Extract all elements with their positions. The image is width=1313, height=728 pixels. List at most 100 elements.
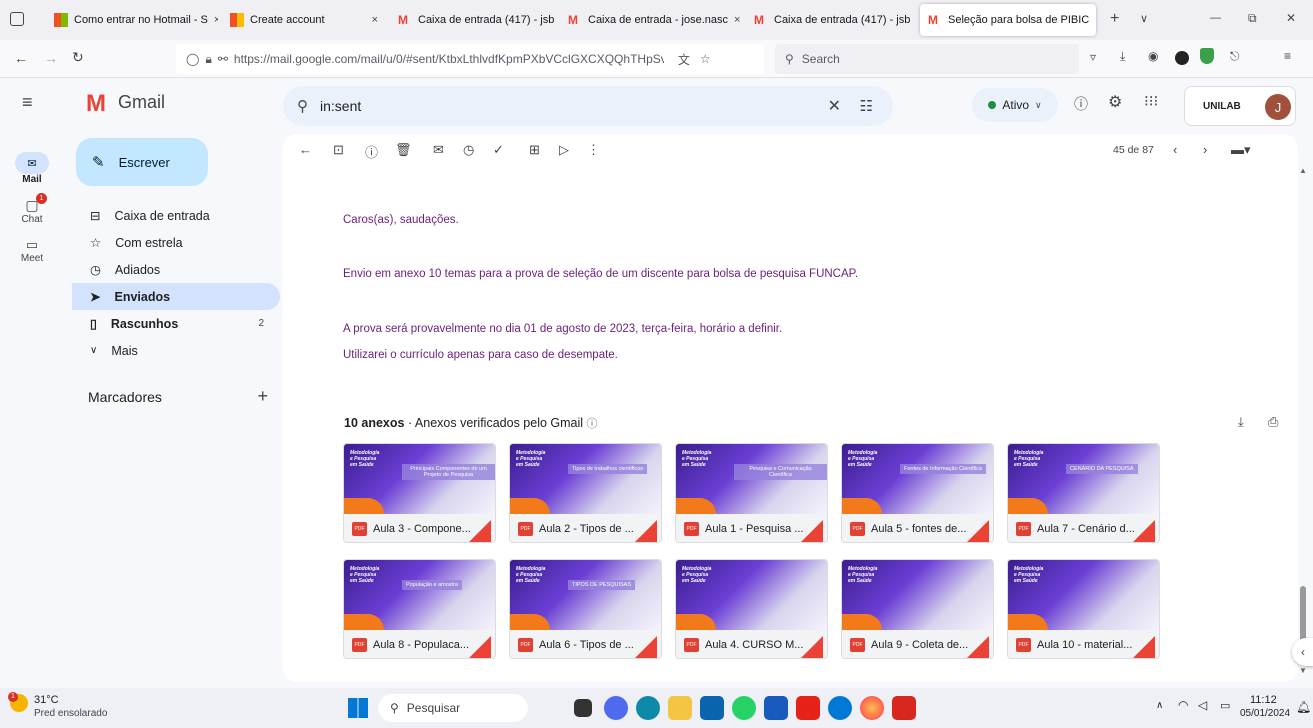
settings-icon[interactable]: ⚙ (1108, 92, 1122, 112)
browser-search-box[interactable]: ⚲ Search (775, 44, 1079, 74)
rail-mail[interactable]: ✉ Mail (0, 152, 64, 185)
attachment-tile[interactable]: Metodologia e Pesquisa em Saúde CENÁRIO D… (1007, 443, 1160, 543)
close-tab-icon[interactable]: × (372, 14, 378, 26)
close-tab-icon[interactable]: × (734, 14, 740, 26)
close-tab-icon[interactable]: × (214, 14, 218, 26)
address-bar[interactable]: ◯ 🔒︎ ⚯ https://mail.google.com/mail/u/0/… (176, 44, 764, 74)
task-view-icon[interactable] (574, 699, 592, 717)
attachment-tile[interactable]: Metodologia e Pesquisa em Saúde TIPOS DE … (509, 559, 662, 659)
attachment-tile[interactable]: Metodologia e Pesquisa em Saúde Pesquisa … (675, 443, 828, 543)
battery-icon[interactable]: ▭ (1220, 699, 1230, 712)
whatsapp-icon[interactable] (732, 696, 756, 720)
chat-app-icon[interactable] (604, 696, 628, 720)
permissions-icon[interactable]: ⚯ (218, 52, 228, 66)
clock-date[interactable]: 05/01/2024 (1240, 708, 1290, 719)
extension-dark-icon[interactable] (1175, 51, 1189, 65)
bookmark-star-icon[interactable]: ☆ (700, 52, 711, 66)
search-input[interactable]: in:sent (320, 98, 361, 114)
restore-button[interactable]: ⧉ (1248, 11, 1257, 26)
attachment-tile[interactable]: Metodologia e Pesquisa em Saúde População… (343, 559, 496, 659)
tab-gmail-inbox-2[interactable]: M Caixa de entrada - jose.nasc × (560, 4, 742, 36)
scrollbar[interactable]: ▲ ▼ (1298, 166, 1308, 680)
mark-unread-icon[interactable]: ✉ (433, 142, 444, 158)
clear-search-icon[interactable]: ✕ (828, 96, 841, 116)
sidebar-item-snoozed[interactable]: ◷ Adiados (72, 256, 280, 283)
file-explorer-icon[interactable] (668, 696, 692, 720)
account-org-chip[interactable]: UNILAB J (1184, 86, 1296, 126)
close-tab-icon[interactable]: × (1095, 14, 1096, 26)
scroll-down-icon[interactable]: ▼ (1299, 666, 1307, 675)
attachment-tile[interactable]: Metodologia e Pesquisa em Saúde Tipos de … (509, 443, 662, 543)
download-all-icon[interactable]: ⤓ (1238, 414, 1244, 430)
rail-chat[interactable]: ▢ 1 Chat (0, 193, 64, 225)
menu-icon[interactable]: ≡ (1284, 49, 1291, 63)
apps-grid-icon[interactable]: ⁝⁝⁝ (1144, 92, 1158, 110)
delete-icon[interactable]: 🗑︎ (395, 142, 412, 158)
tab-hotmail[interactable]: Como entrar no Hotmail - S × (46, 4, 218, 36)
sidebar-item-inbox[interactable]: ⊟ Caixa de entrada (72, 202, 280, 229)
minimize-button[interactable]: — (1210, 12, 1221, 24)
snooze-icon[interactable]: ◷ (463, 142, 474, 158)
attachment-tile[interactable]: Metodologia e Pesquisa em Saúde Principai… (343, 443, 496, 543)
archive-icon[interactable]: ⊡ (333, 142, 344, 158)
newer-icon[interactable]: ‹ (1173, 142, 1177, 157)
rail-meet[interactable]: ▭ Meet (0, 237, 64, 264)
account-icon[interactable]: ◉ (1148, 49, 1158, 63)
weather-temp[interactable]: 31°C (34, 694, 59, 706)
add-task-icon[interactable]: ✓ (493, 142, 504, 158)
scroll-thumb[interactable] (1300, 586, 1306, 646)
attachment-tile[interactable]: Metodologia e Pesquisa em Saúde PDF Aula 9… (841, 559, 994, 659)
label-icon[interactable]: ▷ (559, 142, 569, 158)
tab-selecao-pibic[interactable]: M Seleção para bolsa de PIBIC × (920, 4, 1096, 36)
attachment-tile[interactable]: Metodologia e Pesquisa em Saúde Fontes de… (841, 443, 994, 543)
search-options-icon[interactable]: ☷ (860, 97, 873, 115)
more-options-icon[interactable]: ⋮ (587, 142, 600, 158)
scroll-up-icon[interactable]: ▲ (1299, 166, 1307, 175)
translate-icon[interactable]: 文 (678, 51, 690, 68)
extension-shield-icon[interactable] (1200, 48, 1214, 64)
firefox-icon[interactable] (860, 696, 884, 720)
main-menu-icon[interactable]: ≡ (22, 92, 33, 113)
share-icon[interactable]: ⎋ (1230, 49, 1240, 64)
input-tools-icon[interactable]: ▬▾ (1231, 142, 1251, 158)
skype-icon[interactable] (828, 696, 852, 720)
tab-gmail-inbox-3[interactable]: M Caixa de entrada (417) - jsb × (746, 4, 914, 36)
sidebar-item-starred[interactable]: ☆ Com estrela (72, 229, 280, 256)
clock-time[interactable]: 11:12 (1250, 694, 1277, 706)
older-icon[interactable]: › (1203, 142, 1207, 157)
forward-icon[interactable]: → (44, 50, 58, 66)
status-button[interactable]: Ativo ∨ (972, 88, 1058, 122)
side-panel-toggle-icon[interactable]: ‹ (1292, 638, 1313, 666)
notification-bell-icon[interactable]: 🔔︎ (1296, 700, 1311, 714)
add-label-button[interactable]: + (257, 386, 268, 407)
help-icon[interactable]: ⓘ (1074, 94, 1088, 114)
start-button[interactable] (348, 698, 368, 718)
volume-icon[interactable]: ◁ (1198, 698, 1207, 712)
tab-gmail-inbox-1[interactable]: M Caixa de entrada (417) - jsb × (390, 4, 558, 36)
sidebar-item-sent[interactable]: ➤ Enviados (72, 283, 280, 310)
attachment-tile[interactable]: Metodologia e Pesquisa em Saúde PDF Aula 4… (675, 559, 828, 659)
outlook-icon[interactable] (700, 696, 724, 720)
close-window-button[interactable]: ✕ (1286, 11, 1296, 25)
new-tab-button[interactable]: + (1110, 10, 1119, 28)
compose-button[interactable]: ✎ Escrever (76, 138, 208, 186)
wifi-icon[interactable]: ◠ (1178, 698, 1188, 712)
avatar[interactable]: J (1265, 94, 1291, 120)
pocket-icon[interactable]: ▿ (1090, 50, 1096, 64)
report-spam-icon[interactable]: ⓘ (365, 142, 378, 161)
acrobat-icon[interactable] (892, 696, 916, 720)
tab-overview-icon[interactable] (10, 12, 24, 26)
gmail-logo-icon[interactable]: M (86, 90, 106, 118)
search-icon[interactable]: ⚲ (297, 97, 308, 115)
gmail-search-bar[interactable]: ⚲ in:sent ✕ ☷ (283, 86, 893, 126)
attachment-tile[interactable]: Metodologia e Pesquisa em Saúde PDF Aula 1… (1007, 559, 1160, 659)
move-to-icon[interactable]: ⊞ (529, 142, 540, 158)
sidebar-item-more[interactable]: ∨ Mais (72, 337, 280, 364)
back-icon[interactable]: ← (14, 50, 28, 66)
tab-create-account[interactable]: Create account × (222, 4, 386, 36)
taskbar-search[interactable]: ⚲ Pesquisar (378, 694, 528, 722)
reload-icon[interactable]: ↻ (72, 49, 84, 66)
sidebar-item-drafts[interactable]: ▯ Rascunhos 2 (72, 310, 280, 337)
edge-icon[interactable] (636, 696, 660, 720)
tray-chevron-icon[interactable]: ∧ (1156, 700, 1163, 711)
